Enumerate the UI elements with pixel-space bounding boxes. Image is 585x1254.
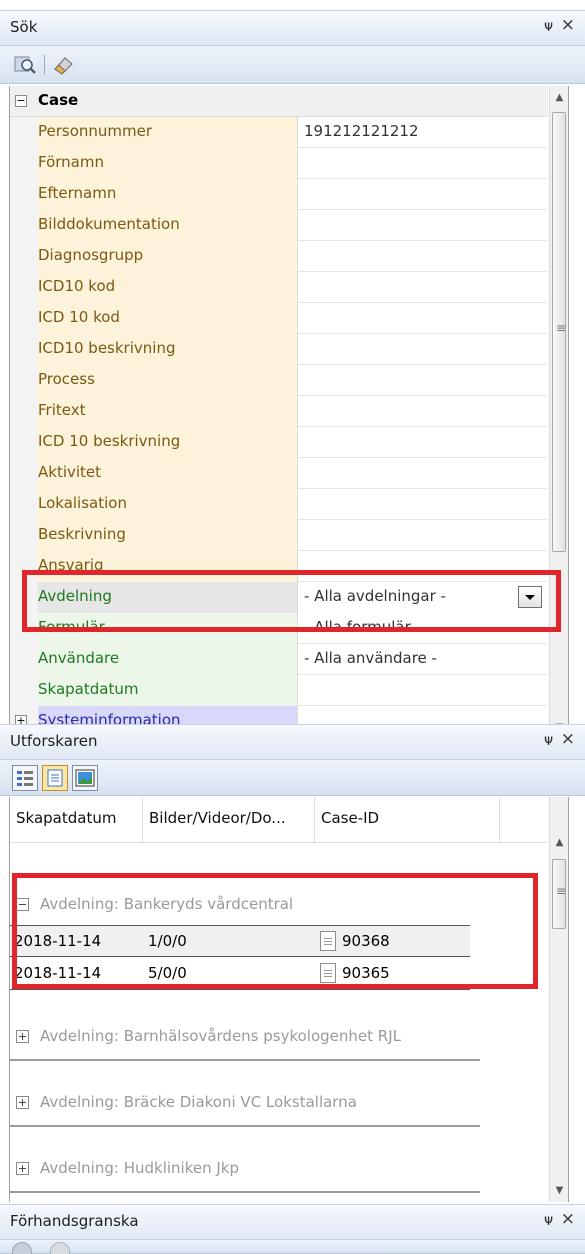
property-row[interactable]: Beskrivning — [10, 520, 548, 551]
property-value[interactable] — [297, 427, 548, 458]
property-row[interactable]: Bilddokumentation — [10, 210, 548, 241]
eraser-icon[interactable] — [50, 52, 76, 78]
preview-toolbar — [0, 1240, 585, 1254]
category-label: Case — [38, 91, 79, 109]
property-value[interactable] — [297, 489, 548, 520]
explorer-column-header: Skapatdatum Bilder/Videor/Do... Case-ID — [10, 797, 548, 843]
close-icon[interactable]: × — [561, 15, 575, 35]
property-label: Bilddokumentation — [38, 210, 297, 241]
scroll-down-icon[interactable]: ▼ — [550, 1181, 568, 1201]
property-value[interactable] — [297, 675, 548, 706]
search-panel-title: Sök — [10, 18, 38, 36]
property-row[interactable]: ICD 10 beskrivning — [10, 427, 548, 458]
explorer-list: Skapatdatum Bilder/Videor/Do... Case-ID … — [9, 797, 569, 1202]
property-row[interactable]: ICD10 kod — [10, 272, 548, 303]
property-label: ICD 10 kod — [38, 303, 297, 334]
property-label: Aktivitet — [38, 458, 297, 489]
preview-panel-title: Förhandsgranska — [10, 1212, 139, 1230]
property-value[interactable] — [297, 210, 548, 241]
group-label: Avdelning: Hudkliniken Jkp — [40, 1159, 239, 1177]
property-label: Beskrivning — [38, 520, 297, 551]
property-label: ICD10 beskrivning — [38, 334, 297, 365]
search-panel-header: Sök ᴪ × — [0, 10, 585, 46]
property-label: Diagnosgrupp — [38, 241, 297, 272]
property-row[interactable]: Efternamn — [10, 179, 548, 210]
group-label: Avdelning: Bräcke Diakoni VC Lokstallarn… — [40, 1093, 357, 1111]
property-row[interactable]: Fritext — [10, 396, 548, 427]
property-label: Användare — [38, 644, 297, 675]
property-label: ICD10 kod — [38, 272, 297, 303]
property-label: Förnamn — [38, 148, 297, 179]
property-row[interactable]: Användare - Alla användare - — [10, 644, 548, 675]
property-value[interactable] — [297, 520, 548, 551]
property-value[interactable] — [297, 179, 548, 210]
expand-icon[interactable]: + — [16, 1162, 29, 1175]
property-value[interactable] — [297, 241, 548, 272]
property-row[interactable]: Förnamn — [10, 148, 548, 179]
property-value[interactable] — [297, 334, 548, 365]
property-value[interactable] — [297, 396, 548, 427]
expand-icon[interactable]: + — [16, 1096, 29, 1109]
property-row[interactable]: Lokalisation — [10, 489, 548, 520]
scroll-thumb[interactable]: ≡ — [552, 859, 566, 929]
property-value[interactable]: - Alla användare - — [297, 644, 548, 675]
scroll-up-icon[interactable]: ▲ — [550, 833, 568, 853]
property-value[interactable] — [297, 458, 548, 489]
property-label: Fritext — [38, 396, 297, 427]
property-label: Efternamn — [38, 179, 297, 210]
property-row[interactable]: Diagnosgrupp — [10, 241, 548, 272]
expand-icon[interactable]: + — [16, 1030, 29, 1043]
search-toolbar — [0, 46, 585, 84]
highlight-box-group — [12, 873, 538, 989]
explorer-scrollbar[interactable]: ▲ ≡ ▼ — [549, 797, 568, 1202]
highlight-box-avdelning — [22, 570, 561, 632]
column-skapatdatum[interactable]: Skapatdatum — [10, 797, 143, 843]
column-case-id[interactable]: Case-ID — [315, 797, 500, 843]
collapse-icon[interactable]: − — [15, 95, 27, 107]
property-label: Process — [38, 365, 297, 396]
close-icon[interactable]: × — [561, 1209, 575, 1229]
search-scrollbar[interactable]: ▲ ≡ ▼ — [549, 86, 568, 742]
toolbar-separator — [44, 55, 45, 75]
list-view-icon[interactable] — [42, 765, 68, 791]
preview-panel-header: Förhandsgranska ᴪ × — [0, 1204, 585, 1240]
detail-view-icon[interactable] — [12, 765, 38, 791]
pin-icon[interactable]: ᴪ — [544, 1211, 553, 1229]
pin-icon[interactable]: ᴪ — [544, 731, 553, 749]
thumbnail-view-icon[interactable] — [72, 765, 98, 791]
property-value[interactable] — [297, 148, 548, 179]
property-row[interactable]: ICD10 beskrivning — [10, 334, 548, 365]
property-label: ICD 10 beskrivning — [38, 427, 297, 458]
group-label: Avdelning: Barnhälsovårdens psykologenhe… — [40, 1027, 401, 1045]
property-row[interactable]: ICD 10 kod — [10, 303, 548, 334]
property-label: Personnummer — [38, 117, 297, 148]
property-value[interactable] — [297, 303, 548, 334]
close-icon[interactable]: × — [561, 729, 575, 749]
scroll-up-icon[interactable]: ▲ — [550, 88, 568, 108]
property-row[interactable]: Skapatdatum — [10, 675, 548, 706]
category-case[interactable]: − Case — [10, 86, 548, 117]
scroll-thumb[interactable]: ≡ — [552, 112, 566, 552]
group-header-hudkliniken[interactable]: + Avdelning: Hudkliniken Jkp — [10, 1149, 480, 1193]
explorer-panel-header: Utforskaren ᴪ × — [0, 724, 585, 760]
property-value[interactable] — [297, 365, 548, 396]
property-row[interactable]: Process — [10, 365, 548, 396]
property-label: Lokalisation — [38, 489, 297, 520]
group-header-barnhalsovard[interactable]: + Avdelning: Barnhälsovårdens psykologen… — [10, 1017, 480, 1061]
property-row[interactable]: Aktivitet — [10, 458, 548, 489]
stop-icon[interactable] — [50, 1242, 70, 1254]
property-label: Skapatdatum — [38, 675, 297, 706]
search-icon[interactable] — [12, 52, 38, 78]
property-row[interactable]: Personnummer 191212121212 — [10, 117, 548, 148]
explorer-panel-title: Utforskaren — [10, 732, 98, 750]
search-property-grid: − Case Personnummer 191212121212 Förnamn Ef… — [9, 86, 569, 742]
group-header-bracke[interactable]: + Avdelning: Bräcke Diakoni VC Lokstalla… — [10, 1083, 480, 1127]
property-value[interactable] — [297, 272, 548, 303]
pin-icon[interactable]: ᴪ — [544, 17, 553, 35]
column-bilder-videor[interactable]: Bilder/Videor/Do... — [143, 797, 315, 843]
property-value[interactable]: 191212121212 — [297, 117, 548, 148]
play-icon[interactable] — [12, 1242, 32, 1254]
explorer-toolbar — [0, 760, 585, 796]
